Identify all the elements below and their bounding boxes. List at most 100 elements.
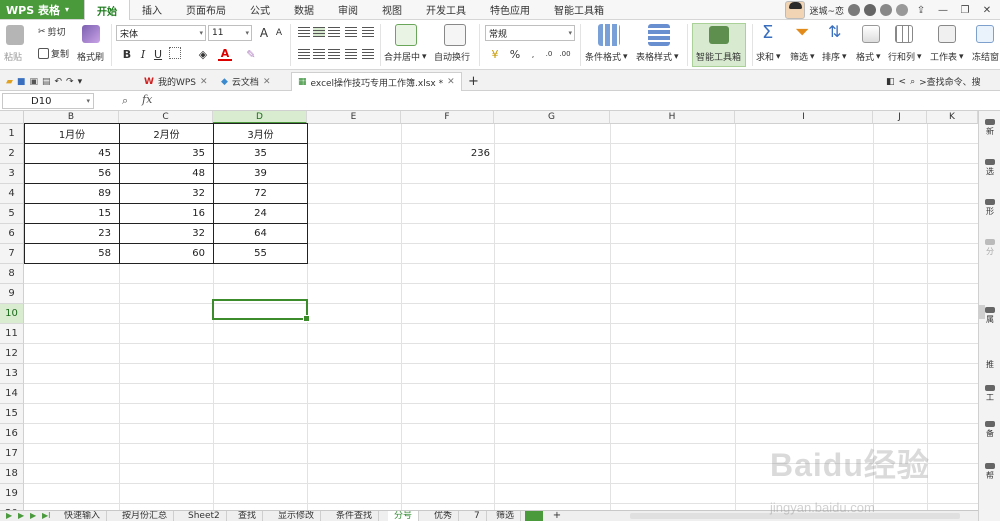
header-cell[interactable]: 2月份: [120, 124, 213, 143]
row-header-18[interactable]: 18: [0, 464, 24, 484]
conditional-format-icon[interactable]: [598, 24, 620, 46]
sum-button[interactable]: 求和 ▾: [756, 50, 781, 64]
row-header-7[interactable]: 7: [0, 244, 24, 264]
paste-icon[interactable]: [6, 25, 24, 45]
table-cell[interactable]: 58: [25, 244, 115, 263]
row-header-8[interactable]: 8: [0, 264, 24, 284]
sheet-tab[interactable]: 7: [468, 511, 487, 521]
smart-toolbox-button[interactable]: 智能工具箱: [692, 23, 746, 67]
column-header-k[interactable]: K: [927, 111, 978, 124]
column-header-g[interactable]: G: [494, 111, 610, 124]
table-cell[interactable]: 15: [25, 204, 115, 223]
border-icon[interactable]: [169, 47, 181, 59]
table-cell[interactable]: 48: [120, 164, 209, 183]
align-center-icon[interactable]: [313, 49, 325, 59]
help-icon[interactable]: [896, 4, 908, 16]
avatar[interactable]: [785, 1, 806, 19]
italic-button[interactable]: I: [136, 47, 150, 61]
table-cell[interactable]: 56: [25, 164, 115, 183]
app-menu-button[interactable]: WPS 表格 ▾: [0, 0, 84, 19]
wrap-text-icon[interactable]: [444, 24, 466, 46]
column-header-i[interactable]: I: [735, 111, 873, 124]
name-box[interactable]: D10 ▾: [2, 93, 94, 109]
format-painter-icon[interactable]: [82, 25, 100, 43]
row-header-12[interactable]: 12: [0, 344, 24, 364]
shrink-font-button[interactable]: A: [272, 26, 286, 40]
merge-center-button[interactable]: 合并居中 ▾: [384, 50, 427, 64]
minimize-icon[interactable]: —: [934, 2, 952, 18]
tab-my-wps[interactable]: W 我的WPS ✕: [138, 72, 214, 91]
row-header-11[interactable]: 11: [0, 324, 24, 344]
status-icon[interactable]: [848, 4, 860, 16]
print-preview-icon[interactable]: ▣: [29, 77, 38, 87]
cell-f2[interactable]: 236: [401, 144, 494, 163]
display-icon[interactable]: ◧: [886, 77, 895, 87]
tab-workbook[interactable]: ▦ excel操作技巧专用工作簿.xlsx * ✕: [291, 72, 462, 91]
skin-icon[interactable]: [864, 4, 876, 16]
format-painter-button[interactable]: 格式刷: [77, 50, 104, 63]
currency-icon[interactable]: ¥: [488, 47, 502, 61]
table-cell[interactable]: 89: [25, 184, 115, 203]
table-cell[interactable]: 35: [120, 144, 209, 163]
row-header-4[interactable]: 4: [0, 184, 24, 204]
column-header-f[interactable]: F: [401, 111, 494, 124]
row-header-19[interactable]: 19: [0, 484, 24, 504]
merge-center-icon[interactable]: [395, 24, 417, 46]
row-header-3[interactable]: 3: [0, 164, 24, 184]
chevron-left-icon[interactable]: <: [899, 77, 907, 87]
font-size-select[interactable]: 11 ▾: [208, 25, 252, 41]
fill-color-icon[interactable]: ◈: [196, 47, 210, 61]
align-right-icon[interactable]: [328, 49, 340, 59]
side-recommend-button[interactable]: 推: [981, 355, 999, 373]
fx-icon[interactable]: fx: [142, 93, 152, 106]
sheet-tab[interactable]: 查找: [232, 511, 264, 521]
format-icon[interactable]: [862, 25, 880, 43]
table-cell[interactable]: 64: [214, 224, 307, 243]
tab-page-layout[interactable]: 页面布局: [174, 0, 238, 19]
filter-button[interactable]: 筛选 ▾: [790, 50, 815, 64]
tab-developer[interactable]: 开发工具: [414, 0, 478, 19]
user-name[interactable]: 迷城~恋: [809, 4, 844, 17]
table-cell[interactable]: 32: [120, 224, 209, 243]
column-header-j[interactable]: J: [873, 111, 927, 124]
distribute-icon[interactable]: [362, 49, 374, 59]
paste-button[interactable]: 粘贴: [4, 50, 22, 63]
font-name-select[interactable]: 宋体 ▾: [116, 25, 206, 41]
close-icon[interactable]: ✕: [200, 77, 208, 87]
chevron-down-icon[interactable]: ▾: [78, 77, 83, 87]
number-format-select[interactable]: 常规 ▾: [485, 25, 575, 41]
last-sheet-icon[interactable]: ▶I: [42, 511, 51, 520]
sheet-tab[interactable]: 优秀: [428, 511, 460, 521]
row-col-button[interactable]: 行和列 ▾: [888, 50, 922, 64]
save-icon[interactable]: ■: [17, 77, 26, 87]
tab-cloud-docs[interactable]: ◆ 云文档 ✕: [215, 72, 276, 91]
side-tool-button[interactable]: 工: [981, 385, 999, 403]
row-header-6[interactable]: 6: [0, 224, 24, 244]
undo-icon[interactable]: ↶: [54, 77, 62, 87]
print-icon[interactable]: ▤: [42, 77, 51, 87]
worksheet-button[interactable]: 工作表 ▾: [930, 50, 964, 64]
tab-smart-toolbox[interactable]: 智能工具箱: [542, 0, 616, 19]
table-cell[interactable]: 23: [25, 224, 115, 243]
vertical-scrollbar[interactable]: [978, 305, 985, 319]
freeze-icon[interactable]: [976, 25, 994, 43]
row-header-17[interactable]: 17: [0, 444, 24, 464]
zoom-icon[interactable]: ⌕: [122, 94, 128, 108]
header-cell[interactable]: 3月份: [214, 124, 307, 143]
table-cell[interactable]: 39: [214, 164, 307, 183]
formula-input[interactable]: [165, 93, 985, 109]
sheet-list-icon[interactable]: [525, 511, 543, 521]
wrap-text-button[interactable]: 自动换行: [434, 50, 470, 63]
tab-home[interactable]: 开始: [84, 0, 130, 21]
header-cell[interactable]: 1月份: [25, 124, 119, 143]
side-select-button[interactable]: 选: [981, 159, 999, 177]
side-shape-button[interactable]: 形: [981, 199, 999, 217]
table-cell[interactable]: 55: [214, 244, 307, 263]
tab-review[interactable]: 审阅: [326, 0, 370, 19]
side-split-button[interactable]: 分: [981, 239, 999, 257]
table-cell[interactable]: 72: [214, 184, 307, 203]
table-cell[interactable]: 24: [214, 204, 307, 223]
side-help-button[interactable]: 帮: [981, 463, 999, 481]
table-style-icon[interactable]: [648, 24, 670, 46]
row-header-5[interactable]: 5: [0, 204, 24, 224]
